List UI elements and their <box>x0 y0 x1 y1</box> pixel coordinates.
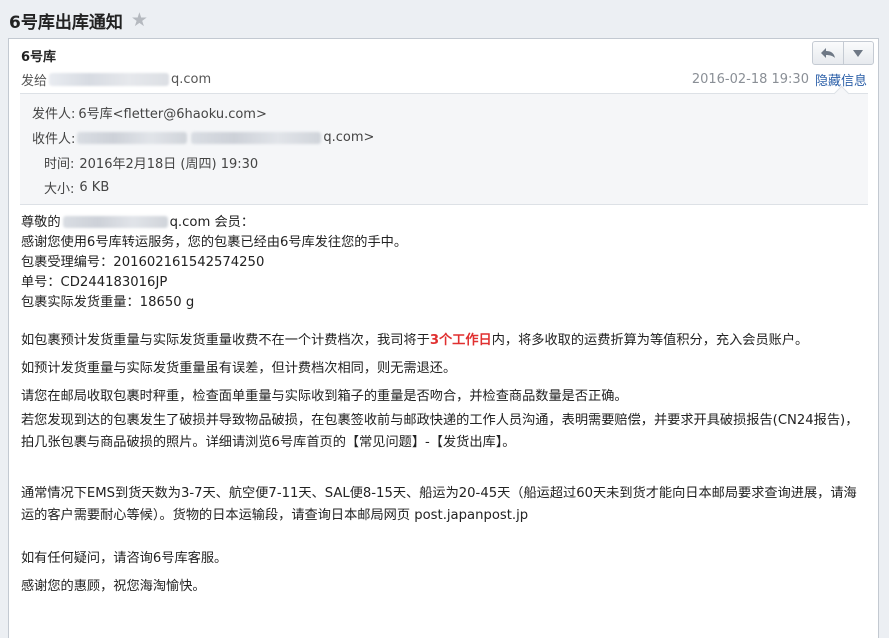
to-label: 收件人: <box>32 132 76 147</box>
greeting: 尊敬的 q.com 会员： <box>21 211 254 230</box>
redacted-email <box>77 131 188 144</box>
time-value: 2016年2月18日 (周四) 19:30 <box>79 157 259 172</box>
from-row: 发件人: 6号库<fletter@6haoku.com> <box>32 103 267 122</box>
redacted-email <box>49 73 170 86</box>
from-value[interactable]: 6号库<fletter@6haoku.com> <box>78 103 266 122</box>
refund-text-end: 内，将多收取的运费折算为等值积分，充入会员账户。 <box>491 333 809 348</box>
body-paragraph: 如有任何疑问，请咨询6号库客服。 <box>21 551 228 566</box>
body-paragraph: 请您在邮局收取包裹时秤重，检查面单重量与实际收到箱子的重量是否吻合，并检查商品数… <box>21 389 628 404</box>
greeting-prefix: 尊敬的 <box>21 215 61 230</box>
damage-paragraph: 若您发现到达的包裹发生了破损并导致物品破损，在包裹签收前与邮政快递的工作人员沟通… <box>21 413 859 450</box>
size-label: 大小: <box>44 182 75 197</box>
sender-name: 6号库 <box>21 50 57 65</box>
greeting-suffix: q.com 会员： <box>169 215 255 230</box>
time-row: 时间: 2016年2月18日 (周四) 19:30 <box>44 153 258 172</box>
time-label: 时间: <box>44 157 75 172</box>
message-details-panel: 发件人: 6号库<fletter@6haoku.com> 收件人: q.com>… <box>20 85 868 205</box>
star-icon[interactable]: ★ <box>131 10 148 30</box>
to-row: 收件人: q.com> <box>32 128 374 147</box>
dropdown-caret-icon[interactable] <box>842 42 874 64</box>
email-subject-bar: 6号库出库通知 ★ <box>9 6 148 34</box>
tracking-number: 包裹受理编号：201602161542574250 <box>21 255 265 270</box>
reply-arrow-icon[interactable] <box>813 42 843 64</box>
message-card: 6号库 发给 q.com 2016-02-18 19:30 隐藏信息 发件人: … <box>8 38 879 638</box>
message-toolbar <box>812 41 874 65</box>
redacted-email <box>191 131 322 144</box>
body-paragraph: 如预计发货重量与实际发货重量虽有误差，但计费档次相同，则无需退还。 <box>21 361 457 376</box>
refund-text: 如包裹预计发货重量与实际发货重量收费不在一个计费档次，我司将于 <box>21 333 430 348</box>
to-suffix: q.com <box>171 72 212 87</box>
size-row: 大小: 6 KB <box>44 178 109 197</box>
body-line: 感谢您使用6号库转运服务，您的包裹已经由6号库发往您的手中。 <box>21 235 408 250</box>
to-tail: q.com> <box>323 130 375 145</box>
recipient-summary: 发给 q.com <box>21 70 211 89</box>
actual-weight: 包裹实际发货重量：18650 g <box>21 295 195 310</box>
order-number: 单号：CD244183016JP <box>21 275 168 290</box>
shipping-time-paragraph: 通常情况下EMS到货天数为3-7天、航空便7-11天、SAL便8-15天、船运为… <box>21 486 857 523</box>
refund-paragraph: 如包裹预计发货重量与实际发货重量收费不在一个计费档次，我司将于3个工作日内，将多… <box>21 329 808 348</box>
email-subject: 6号库出库通知 <box>9 12 123 33</box>
size-value: 6 KB <box>79 180 110 195</box>
to-prefix: 发给 <box>21 74 48 89</box>
redacted-email <box>62 216 168 228</box>
message-date: 2016-02-18 19:30 <box>691 72 809 87</box>
closing-line: 感谢您的惠顾，祝您海淘愉快。 <box>21 579 206 594</box>
highlight-days: 3个工作日 <box>429 333 492 348</box>
from-label: 发件人: <box>32 107 76 122</box>
